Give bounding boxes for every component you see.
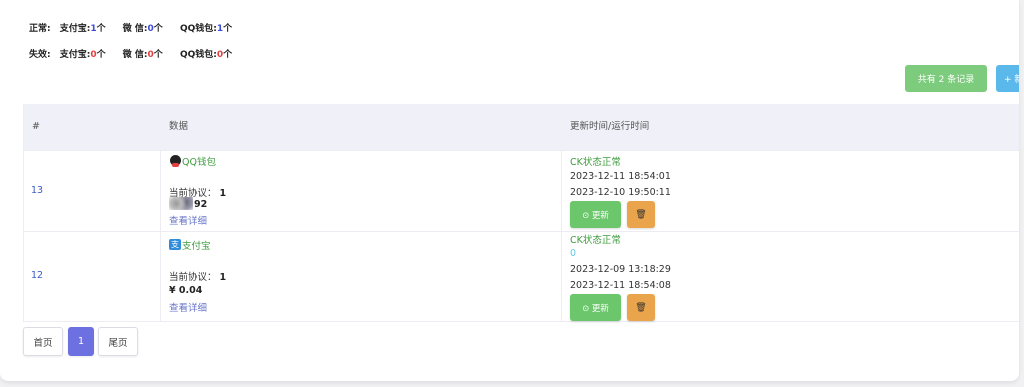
normal-stats: 正常: 支付宝:1个 微 信:0个 QQ钱包:1个 bbox=[29, 21, 246, 34]
channel-name: QQ钱包 bbox=[182, 157, 216, 168]
header-id: # bbox=[32, 121, 40, 132]
normal-qq-stat: QQ钱包:1个 bbox=[179, 24, 233, 34]
extra-value: 0 bbox=[570, 248, 577, 259]
run-time: 2023-12-10 19:50:11 bbox=[570, 187, 671, 198]
invalid-qq-stat: QQ钱包:0个 bbox=[179, 50, 233, 60]
view-details-link[interactable]: 查看详细 bbox=[169, 213, 207, 227]
normal-alipay-stat: 支付宝:1个 bbox=[59, 24, 106, 34]
alipay-icon: 支 bbox=[169, 239, 181, 250]
avatar-icon bbox=[169, 197, 193, 210]
first-page-button[interactable]: 首页 bbox=[23, 327, 63, 356]
delete-button[interactable]: 🗑 bbox=[627, 201, 655, 228]
table-header: # 数据 更新时间/运行时间 bbox=[24, 104, 1019, 150]
update-button[interactable]: ⊙ 更新 bbox=[570, 294, 621, 321]
table-row: 12 支 支付宝 当前协议： 1 ¥ 0.04 查看详细 CK状态正常 0 20… bbox=[24, 231, 1019, 322]
channel-name: 支付宝 bbox=[182, 241, 211, 252]
records-panel: 正常: 支付宝:1个 微 信:0个 QQ钱包:1个 失效: 支付宝:0个 微 信… bbox=[0, 0, 1019, 381]
run-time: 2023-12-11 18:54:08 bbox=[570, 280, 671, 291]
protocol-info: 当前协议： 1 bbox=[169, 272, 227, 283]
header-data: 数据 bbox=[169, 121, 189, 132]
invalid-stats-label: 失效: bbox=[29, 50, 51, 60]
update-time: 2023-12-11 18:54:01 bbox=[570, 171, 671, 182]
amount: ¥ 0.04 bbox=[169, 285, 203, 296]
ck-status: CK状态正常 bbox=[570, 157, 621, 168]
invalid-alipay-stat: 支付宝:0个 bbox=[59, 50, 106, 60]
row-id[interactable]: 12 bbox=[31, 270, 43, 281]
table-row: 13 QQ钱包 当前协议： 1 92 查看详细 CK状态正常 2023-12-1… bbox=[24, 150, 1019, 231]
last-page-button[interactable]: 尾页 bbox=[98, 327, 138, 356]
normal-wechat-stat: 微 信:0个 bbox=[122, 24, 163, 34]
update-time: 2023-12-09 13:18:29 bbox=[570, 264, 671, 275]
column-divider bbox=[561, 151, 562, 231]
records-table: # 数据 更新时间/运行时间 13 QQ钱包 当前协议： 1 92 查看详细 C… bbox=[23, 104, 1019, 322]
column-divider bbox=[160, 232, 161, 321]
invalid-wechat-stat: 微 信:0个 bbox=[122, 50, 163, 60]
invalid-stats: 失效: 支付宝:0个 微 信:0个 QQ钱包:0个 bbox=[29, 47, 246, 60]
current-page-button[interactable]: 1 bbox=[68, 327, 94, 356]
delete-button[interactable]: 🗑 bbox=[627, 294, 655, 321]
ck-status: CK状态正常 bbox=[570, 235, 621, 246]
update-button[interactable]: ⊙ 更新 bbox=[570, 201, 621, 228]
qq-penguin-icon bbox=[170, 155, 181, 167]
column-divider bbox=[160, 151, 161, 231]
total-records-button[interactable]: 共有 2 条记录 bbox=[905, 65, 987, 92]
amount: 92 bbox=[194, 199, 208, 210]
normal-stats-label: 正常: bbox=[29, 24, 51, 34]
new-record-button[interactable]: + 新 bbox=[996, 65, 1019, 92]
column-divider bbox=[561, 232, 562, 321]
row-id[interactable]: 13 bbox=[31, 185, 43, 196]
view-details-link[interactable]: 查看详细 bbox=[169, 300, 207, 314]
header-time: 更新时间/运行时间 bbox=[570, 121, 650, 132]
